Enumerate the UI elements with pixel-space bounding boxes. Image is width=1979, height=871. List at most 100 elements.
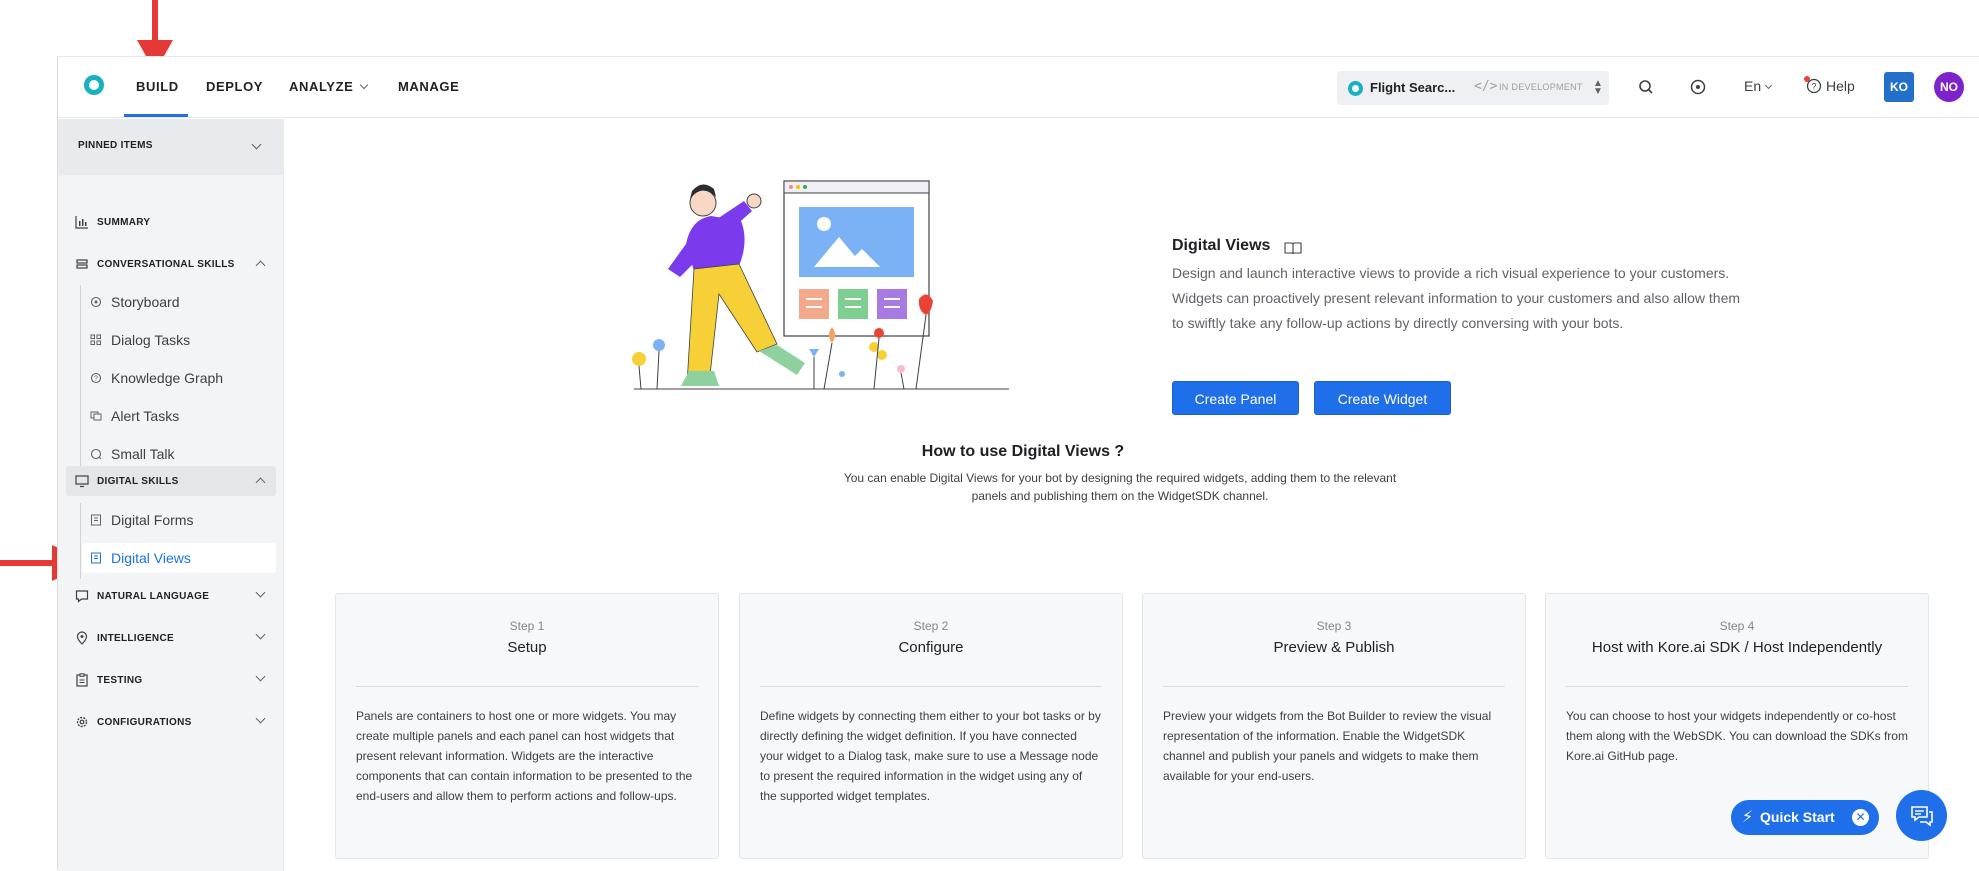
sidebar-section-label: CONVERSATIONAL SKILLS bbox=[97, 259, 235, 270]
help-label: Help bbox=[1826, 78, 1855, 94]
book-icon[interactable] bbox=[1284, 241, 1302, 255]
nav-manage[interactable]: MANAGE bbox=[398, 79, 459, 94]
chevron-down-icon bbox=[360, 80, 369, 90]
step-title: Host with Kore.ai SDK / Host Independent… bbox=[1591, 639, 1883, 656]
language-selector[interactable]: En bbox=[1744, 78, 1773, 94]
search-icon[interactable] bbox=[1636, 77, 1656, 97]
step-body: You can choose to host your widgets inde… bbox=[1566, 709, 1908, 763]
chevron-down-icon bbox=[255, 587, 266, 598]
step-body: Preview your widgets from the Bot Builde… bbox=[1163, 709, 1492, 783]
step-title: Setup bbox=[507, 639, 547, 656]
sidebar-item-alert-tasks[interactable]: Alert Tasks bbox=[82, 401, 276, 431]
sidebar-section-label: INTELLIGENCE bbox=[97, 633, 174, 644]
sidebar-item-label: Digital Forms bbox=[111, 512, 194, 528]
tree-line bbox=[80, 503, 81, 579]
nav-analyze-label: ANALYZE bbox=[289, 79, 354, 94]
sidebar-item-knowledge-graph[interactable]: ? Knowledge Graph bbox=[82, 363, 276, 393]
bar-chart-icon bbox=[75, 216, 88, 229]
help-link[interactable]: ? Help bbox=[1804, 76, 1855, 94]
step-body: Panels are containers to host one or mor… bbox=[356, 709, 693, 803]
user-avatar[interactable]: NO bbox=[1934, 72, 1964, 102]
chevron-down-icon bbox=[1765, 81, 1773, 90]
pinned-items-header[interactable]: PINNED ITEMS bbox=[58, 119, 284, 175]
step-number: Step 2 bbox=[913, 619, 949, 633]
gear-icon bbox=[76, 716, 88, 728]
code-icon: </> bbox=[1474, 79, 1498, 94]
lightning-icon: ⚡ bbox=[1742, 809, 1754, 826]
sort-updown-icon: ▲ ▼ bbox=[1593, 78, 1603, 97]
digital-views-illustration bbox=[632, 180, 1009, 390]
sidebar-item-label: Dialog Tasks bbox=[111, 332, 191, 348]
dialog-tasks-icon bbox=[90, 334, 101, 345]
sidebar-section-natural-language[interactable]: NATURAL LANGUAGE bbox=[66, 581, 276, 611]
sidebar-section-label: TESTING bbox=[97, 675, 143, 686]
quick-start-button[interactable]: ⚡ Quick Start ✕ bbox=[1731, 800, 1879, 835]
account-avatar[interactable]: KO bbox=[1884, 72, 1914, 102]
sidebar-section-configurations[interactable]: CONFIGURATIONS bbox=[66, 707, 276, 737]
sidebar-item-storyboard[interactable]: Storyboard bbox=[82, 287, 276, 317]
create-widget-button[interactable]: Create Widget bbox=[1314, 381, 1451, 415]
step-title: Configure bbox=[898, 639, 964, 656]
digital-forms-icon bbox=[91, 514, 101, 526]
sidebar-item-label: Digital Views bbox=[111, 550, 191, 566]
step-number: Step 4 bbox=[1719, 619, 1755, 633]
sidebar-section-testing[interactable]: TESTING bbox=[66, 665, 276, 695]
bot-icon bbox=[1348, 81, 1363, 96]
sidebar: PINNED ITEMS SUMMARY CONVERSATIONAL SKIL… bbox=[58, 119, 284, 871]
digital-views-icon bbox=[91, 552, 101, 564]
sidebar-item-dialog-tasks[interactable]: Dialog Tasks bbox=[82, 325, 276, 355]
create-panel-button[interactable]: Create Panel bbox=[1172, 381, 1299, 415]
alert-tasks-icon bbox=[90, 411, 102, 421]
quick-start-label: Quick Start bbox=[1760, 809, 1835, 825]
clipboard-icon bbox=[76, 673, 88, 687]
sidebar-item-label: SUMMARY bbox=[97, 217, 151, 228]
chevron-down-icon bbox=[251, 139, 262, 150]
chevron-up-icon bbox=[255, 477, 266, 488]
nav-build[interactable]: BUILD bbox=[136, 79, 179, 94]
sidebar-section-conversational-skills[interactable]: CONVERSATIONAL SKILLS bbox=[66, 249, 276, 279]
bot-status: IN DEVELOPMENT bbox=[1499, 82, 1583, 92]
nav-deploy[interactable]: DEPLOY bbox=[206, 79, 263, 94]
sidebar-item-digital-views[interactable]: Digital Views bbox=[82, 543, 276, 573]
bot-selector[interactable]: Flight Searc... </> IN DEVELOPMENT ▲ ▼ bbox=[1337, 71, 1609, 105]
divider bbox=[760, 686, 1102, 687]
sidebar-section-label: DIGITAL SKILLS bbox=[97, 476, 179, 487]
add-circle-icon[interactable] bbox=[1688, 77, 1708, 97]
chat-icon bbox=[75, 590, 89, 603]
step-card: Step 3 Preview & Publish Preview your wi… bbox=[1142, 593, 1526, 859]
divider bbox=[1566, 686, 1908, 687]
how-to-title: How to use Digital Views ? bbox=[921, 443, 1125, 460]
storyboard-icon bbox=[90, 296, 102, 308]
chevron-down-icon bbox=[255, 629, 266, 640]
bot-name: Flight Searc... bbox=[1370, 80, 1456, 95]
nav-analyze[interactable]: ANALYZE bbox=[289, 79, 369, 94]
step-title: Preview & Publish bbox=[1273, 639, 1395, 656]
step-number: Step 1 bbox=[509, 619, 545, 633]
app-window: BUILD DEPLOY ANALYZE MANAGE Flight Searc… bbox=[57, 56, 1979, 871]
sidebar-item-label: Storyboard bbox=[111, 294, 180, 310]
close-icon[interactable]: ✕ bbox=[1852, 809, 1869, 826]
step-card: Step 1 Setup Panels are containers to ho… bbox=[335, 593, 719, 859]
app-logo[interactable] bbox=[84, 75, 104, 95]
svg-text:?: ? bbox=[1811, 82, 1816, 92]
step-body: Define widgets by connecting them either… bbox=[760, 709, 1101, 803]
chevron-up-icon bbox=[255, 260, 266, 271]
sidebar-section-label: CONFIGURATIONS bbox=[97, 717, 192, 728]
step-number: Step 3 bbox=[1316, 619, 1352, 633]
chat-button[interactable] bbox=[1896, 790, 1947, 841]
chevron-down-icon bbox=[255, 671, 266, 682]
page-title: Digital Views bbox=[1172, 237, 1271, 254]
sidebar-section-label: NATURAL LANGUAGE bbox=[97, 591, 210, 602]
knowledge-graph-icon: ? bbox=[90, 372, 102, 384]
chat-bubbles-icon bbox=[76, 259, 88, 269]
chat-bubbles-icon bbox=[1911, 806, 1933, 827]
pinned-items-label: PINNED ITEMS bbox=[78, 140, 153, 151]
sidebar-section-intelligence[interactable]: INTELLIGENCE bbox=[66, 623, 276, 653]
divider bbox=[356, 686, 698, 687]
sidebar-item-digital-forms[interactable]: Digital Forms bbox=[82, 505, 276, 535]
sidebar-section-digital-skills[interactable]: DIGITAL SKILLS bbox=[66, 466, 276, 496]
sidebar-item-summary[interactable]: SUMMARY bbox=[66, 207, 276, 237]
sidebar-item-label: Knowledge Graph bbox=[111, 370, 224, 386]
sidebar-item-label: Alert Tasks bbox=[111, 408, 180, 424]
language-label: En bbox=[1744, 78, 1762, 94]
